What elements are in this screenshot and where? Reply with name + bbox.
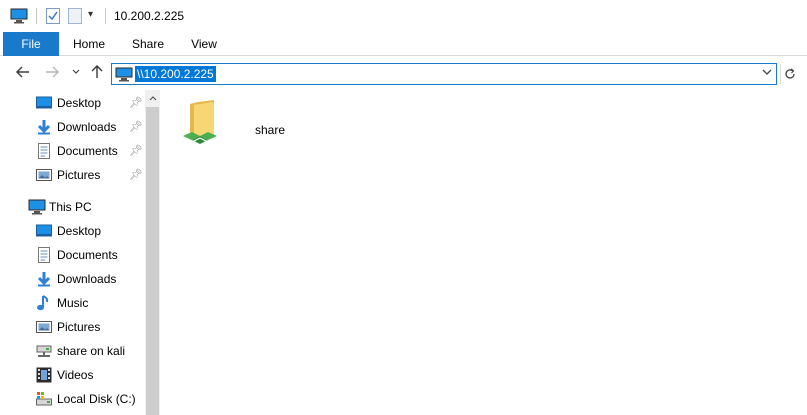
shared-folder-icon (180, 96, 224, 149)
nav-item-label: Pictures (57, 320, 101, 334)
nav-item-label: Pictures (57, 168, 101, 182)
nav-item-label: This PC (49, 200, 92, 214)
nav-item-label: Local Disk (C:) (57, 392, 136, 406)
pin-icon[interactable]: 📌︎ (129, 96, 143, 109)
back-arrow-icon[interactable] (15, 64, 31, 80)
address-bar[interactable]: \\10.200.2.225 (111, 63, 777, 85)
nav-item-pictures[interactable]: Pictures (0, 316, 144, 338)
refresh-icon[interactable] (780, 64, 798, 84)
nav-item-label: Music (57, 296, 89, 310)
local-disk-icon (36, 391, 52, 407)
navigation-pane: Desktop 📌︎ Downloads 📌︎ Documents 📌︎ Pic… (0, 90, 160, 415)
window-title: 10.200.2.225 (114, 9, 185, 23)
address-path[interactable]: \\10.200.2.225 (135, 66, 216, 82)
pictures-icon (36, 167, 52, 183)
tab-share[interactable]: Share (122, 32, 174, 56)
pc-icon (10, 8, 28, 27)
nav-item-pictures-pinned[interactable]: Pictures 📌︎ (0, 164, 144, 186)
documents-icon (36, 143, 52, 159)
nav-item-downloads-pinned[interactable]: Downloads 📌︎ (0, 116, 144, 138)
videos-icon (36, 367, 52, 383)
downloads-icon (36, 119, 52, 135)
nav-pane-scrollbar[interactable] (145, 90, 160, 415)
nav-item-share-on-kali[interactable]: share on kali (0, 340, 144, 362)
nav-item-label: Downloads (57, 272, 117, 286)
nav-item-music[interactable]: Music (0, 292, 144, 314)
tab-file[interactable]: File (3, 32, 59, 56)
nav-item-documents[interactable]: Documents (0, 244, 144, 266)
properties-icon[interactable] (46, 8, 60, 27)
nav-item-local-disk-c[interactable]: Local Disk (C:) (0, 388, 144, 410)
toolbar-divider (36, 8, 37, 24)
tab-view[interactable]: View (180, 32, 228, 56)
tab-home[interactable]: Home (64, 32, 114, 56)
pin-icon[interactable]: 📌︎ (129, 168, 143, 181)
nav-item-label: share on kali (57, 344, 126, 358)
pictures-icon (36, 319, 52, 335)
folder-label: share (255, 123, 286, 137)
folder-item-share[interactable]: share (180, 96, 340, 150)
scroll-up-arrow-icon[interactable] (145, 90, 160, 107)
desktop-icon (36, 223, 52, 239)
pc-icon (28, 199, 46, 215)
music-icon (36, 295, 52, 311)
forward-arrow-icon[interactable] (44, 64, 60, 80)
pin-icon[interactable]: 📌︎ (129, 120, 143, 133)
ribbon-tabs: File Home Share View (0, 32, 807, 56)
nav-item-label: Desktop (57, 96, 102, 110)
documents-icon (36, 247, 52, 263)
quick-access-dropdown-icon[interactable]: ▾ (88, 9, 93, 20)
nav-item-documents-pinned[interactable]: Documents 📌︎ (0, 140, 144, 162)
nav-item-label: Documents (57, 144, 118, 158)
scrollbar-thumb[interactable] (146, 107, 159, 415)
pin-icon[interactable]: 📌︎ (129, 144, 143, 157)
nav-item-label: Videos (57, 368, 94, 382)
nav-item-desktop-pinned[interactable]: Desktop 📌︎ (0, 92, 144, 114)
nav-item-this-pc[interactable]: This PC (0, 196, 144, 218)
up-arrow-icon[interactable] (89, 64, 105, 80)
navigation-bar: \\10.200.2.225 (0, 56, 807, 90)
nav-item-label: Downloads (57, 120, 117, 134)
network-drive-icon (36, 343, 52, 359)
title-bar: ▾ 10.200.2.225 (0, 0, 807, 32)
file-list: share (160, 90, 807, 415)
new-folder-icon[interactable] (68, 8, 82, 27)
nav-item-label: Documents (57, 248, 118, 262)
address-dropdown-chevron-icon[interactable] (762, 67, 772, 79)
recent-locations-chevron-icon[interactable] (68, 64, 84, 80)
downloads-icon (36, 271, 52, 287)
desktop-icon (36, 95, 52, 111)
nav-item-label: Desktop (57, 224, 102, 238)
nav-item-downloads[interactable]: Downloads (0, 268, 144, 290)
nav-item-videos[interactable]: Videos (0, 364, 144, 386)
pc-icon (115, 67, 133, 85)
toolbar-divider (105, 8, 106, 24)
nav-item-desktop[interactable]: Desktop (0, 220, 144, 242)
